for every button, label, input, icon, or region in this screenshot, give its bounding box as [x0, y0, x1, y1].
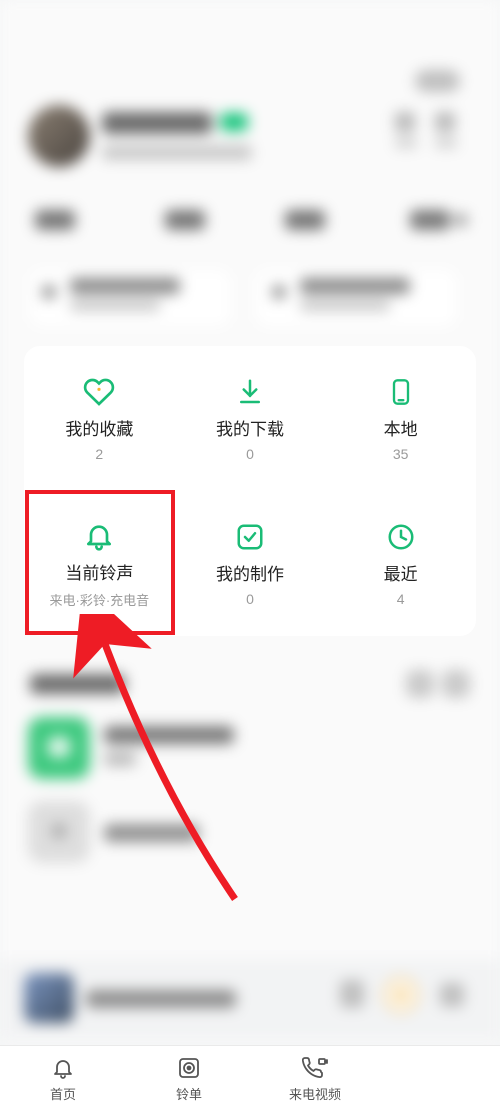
library-favorites[interactable]: 我的收藏 2: [24, 346, 175, 491]
player-bar[interactable]: [0, 960, 500, 1040]
nav-home[interactable]: 首页: [0, 1055, 126, 1103]
header-action-1-label: [395, 138, 417, 148]
library-current-ringtone-sub: 来电·彩铃·充电音: [49, 590, 149, 609]
heart-icon: [82, 375, 116, 409]
library-recent[interactable]: 最近 4: [325, 491, 476, 636]
library-my-productions-count: 0: [246, 591, 254, 607]
nav-home-label: 首页: [50, 1084, 76, 1103]
tab-3[interactable]: [285, 210, 325, 230]
vip-card-a-icon: [42, 285, 56, 299]
download-icon: [233, 375, 267, 409]
vip-card-a-sub: [70, 300, 160, 311]
check-square-icon: [233, 520, 267, 554]
nav-call-video-label: 来电视频: [289, 1084, 341, 1103]
list-item-2-plus-icon: [52, 824, 66, 838]
player-play-dot: [396, 990, 406, 1000]
header-action-1[interactable]: [395, 112, 415, 132]
library-current-ringtone[interactable]: 当前铃声 来电·彩铃·充电音: [24, 491, 175, 636]
list-item-1-sub: [104, 752, 136, 766]
list-item-1-heart-icon: [47, 736, 71, 758]
library-favorites-count: 2: [95, 446, 103, 462]
library-downloads-count: 0: [246, 446, 254, 462]
library-my-productions-label: 我的制作: [216, 560, 284, 585]
list-item-2-title: [104, 824, 199, 842]
player-cover[interactable]: [24, 973, 74, 1023]
bottom-nav: 首页 铃单 来电视频: [0, 1045, 500, 1111]
player-queue-icon[interactable]: [440, 983, 464, 1007]
tab-4-chevron-icon: [455, 214, 467, 226]
username-placeholder: [102, 112, 212, 134]
library-local-label: 本地: [384, 415, 418, 440]
nav-ring-list-label: 铃单: [176, 1084, 202, 1103]
tab-2[interactable]: [165, 210, 205, 230]
nav-bell-icon: [50, 1055, 76, 1081]
vip-card-b-icon: [272, 285, 286, 299]
library-downloads[interactable]: 我的下载 0: [175, 346, 326, 491]
vip-card-a-title: [70, 278, 180, 294]
nav-phone-video-icon: [302, 1055, 328, 1081]
header-action-2-label: [435, 138, 457, 148]
section-action-2[interactable]: [442, 670, 470, 698]
section-action-1[interactable]: [406, 670, 434, 698]
library-current-ringtone-label: 当前铃声: [65, 559, 133, 584]
library-grid-card: 我的收藏 2 我的下载 0 本地 35 当前铃声 来电·彩铃·充电音: [24, 346, 476, 636]
nav-call-video[interactable]: 来电视频: [252, 1055, 378, 1103]
library-local[interactable]: 本地 35: [325, 346, 476, 491]
library-recent-label: 最近: [384, 560, 418, 585]
library-downloads-label: 我的下载: [216, 415, 284, 440]
library-favorites-label: 我的收藏: [65, 415, 133, 440]
user-subtitle: [102, 145, 252, 160]
header-action-2[interactable]: [435, 112, 455, 132]
library-my-productions[interactable]: 我的制作 0: [175, 491, 326, 636]
clock-icon: [384, 520, 418, 554]
nav-ring-list[interactable]: 铃单: [126, 1055, 252, 1103]
bell-icon: [82, 519, 116, 553]
tab-1[interactable]: [35, 210, 75, 230]
vip-card-b-sub: [300, 300, 390, 311]
library-local-count: 35: [393, 446, 409, 462]
section-title: [30, 674, 125, 694]
phone-icon: [384, 375, 418, 409]
nav-disc-icon: [176, 1055, 202, 1081]
player-download-icon[interactable]: [340, 980, 364, 1008]
player-title: [86, 990, 236, 1008]
list-item-1-title: [104, 726, 234, 744]
header-settings-pill[interactable]: [415, 70, 460, 92]
library-recent-count: 4: [397, 591, 405, 607]
avatar[interactable]: [28, 105, 90, 167]
vip-card-b-title: [300, 278, 410, 294]
tab-4[interactable]: [410, 210, 450, 230]
vip-badge: [220, 113, 248, 131]
